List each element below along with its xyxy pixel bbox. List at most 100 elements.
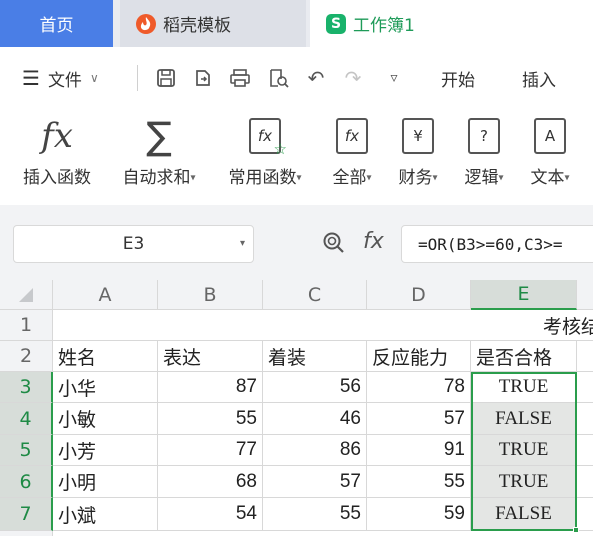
cell[interactable] — [577, 372, 593, 403]
dropdown-arrow-icon: ▾ — [366, 172, 372, 184]
row-header-5[interactable]: 5 — [0, 435, 53, 466]
name-box[interactable]: E3 ▾ — [13, 225, 254, 263]
file-menu[interactable]: ☰ 文件 ∨ — [22, 65, 99, 91]
zoom-search-icon[interactable] — [322, 231, 346, 261]
autosum-button[interactable]: ∑ 自动求和▾ — [113, 113, 205, 195]
table-cell-e[interactable]: TRUE — [471, 435, 577, 466]
text-book-icon: A — [522, 113, 578, 159]
title-cell[interactable]: 考核结 — [53, 310, 593, 341]
table-cell-e-active[interactable]: TRUE — [471, 372, 577, 403]
table-cell-c[interactable]: 56 — [263, 372, 367, 403]
autosum-label: 自动求和 — [122, 168, 191, 188]
tab-template[interactable]: 稻壳模板 — [120, 0, 306, 47]
insert-function-button[interactable]: fx 插入函数 — [17, 113, 97, 195]
column-header-b[interactable]: B — [158, 280, 263, 310]
fx-icon[interactable]: fx — [363, 229, 384, 254]
print-icon[interactable] — [227, 65, 253, 91]
tab-template-label: 稻壳模板 — [163, 16, 231, 36]
dropdown-arrow-icon: ▾ — [564, 172, 570, 184]
cell[interactable] — [577, 498, 593, 531]
table-cell-d[interactable]: 78 — [367, 372, 471, 403]
table-cell-c[interactable]: 57 — [263, 466, 367, 498]
table-cell-b[interactable]: 77 — [158, 435, 263, 466]
formula-text: =OR(B3>=60,C3>= — [418, 234, 563, 254]
save-icon[interactable] — [153, 65, 179, 91]
finance-functions-button[interactable]: ¥ 财务▾ — [390, 113, 446, 195]
row-header-1[interactable]: 1 — [0, 310, 53, 341]
row-header-3[interactable]: 3 — [0, 372, 53, 403]
tab-workbook[interactable]: S 工作簿1 — [310, 0, 593, 47]
select-all-corner[interactable] — [0, 280, 53, 310]
formula-input[interactable]: =OR(B3>=60,C3>= — [401, 225, 593, 263]
tab-home[interactable]: 首页 — [0, 0, 113, 47]
customize-toolbar-icon[interactable]: ▿ — [381, 65, 407, 91]
print-preview-icon[interactable] — [265, 65, 291, 91]
chevron-down-icon: ∨ — [89, 71, 99, 85]
table-cell-b[interactable]: 55 — [158, 403, 263, 435]
sheet-title: 考核结 — [542, 315, 593, 338]
column-header-d[interactable]: D — [367, 280, 471, 310]
dropdown-arrow-icon: ▾ — [432, 172, 438, 184]
row-header-6[interactable]: 6 — [0, 466, 53, 498]
row-header-8[interactable] — [0, 531, 53, 536]
row-header-4[interactable]: 4 — [0, 403, 53, 435]
header-cell-expression[interactable]: 表达 — [158, 341, 263, 372]
row-header-2[interactable]: 2 — [0, 341, 53, 372]
common-functions-label: 常用函数 — [228, 168, 297, 188]
dropdown-arrow-icon: ▾ — [498, 172, 504, 184]
fill-handle[interactable] — [573, 527, 579, 533]
table-cell-d[interactable]: 55 — [367, 466, 471, 498]
column-header-a[interactable]: A — [53, 280, 158, 310]
header-cell-name[interactable]: 姓名 — [53, 341, 158, 372]
table-cell-name[interactable]: 小明 — [53, 466, 158, 498]
table-cell-name[interactable]: 小斌 — [53, 498, 158, 531]
cell[interactable] — [577, 466, 593, 498]
logic-functions-button[interactable]: ? 逻辑▾ — [456, 113, 512, 195]
all-functions-label: 全部 — [332, 168, 367, 188]
text-functions-label: 文本 — [530, 168, 565, 188]
finance-book-icon: ¥ — [390, 113, 446, 159]
cell[interactable] — [577, 435, 593, 466]
dropdown-arrow-icon: ▾ — [190, 172, 196, 184]
table-cell-b[interactable]: 54 — [158, 498, 263, 531]
table-cell-name[interactable]: 小敏 — [53, 403, 158, 435]
redo-icon[interactable]: ↷ — [340, 65, 366, 91]
text-functions-button[interactable]: A 文本▾ — [522, 113, 578, 195]
table-cell-e[interactable]: FALSE — [471, 403, 577, 435]
column-header-f[interactable] — [577, 280, 593, 310]
header-cell-qualified[interactable]: 是否合格 — [471, 341, 577, 372]
fx-icon: fx — [41, 116, 73, 156]
menu-row: ☰ 文件 ∨ ↶ ↷ ▿ 开始 插入 — [0, 47, 593, 107]
table-cell-e[interactable]: TRUE — [471, 466, 577, 498]
menu-start[interactable]: 开始 — [441, 65, 475, 91]
table-cell-d[interactable]: 59 — [367, 498, 471, 531]
table-cell-d[interactable]: 57 — [367, 403, 471, 435]
undo-icon[interactable]: ↶ — [303, 65, 329, 91]
finance-functions-label: 财务 — [398, 168, 433, 188]
export-icon[interactable] — [190, 65, 216, 91]
table-cell-e[interactable]: FALSE — [471, 498, 577, 531]
table-cell-c[interactable]: 86 — [263, 435, 367, 466]
all-functions-button[interactable]: fx 全部▾ — [324, 113, 380, 195]
tab-home-label: 首页 — [39, 16, 74, 36]
table-cell-b[interactable]: 68 — [158, 466, 263, 498]
table-cell-c[interactable]: 46 — [263, 403, 367, 435]
cell[interactable] — [577, 403, 593, 435]
common-functions-button[interactable]: fx ☆ 常用函数▾ — [219, 113, 311, 195]
row-header-7[interactable]: 7 — [0, 498, 53, 531]
header-cell-attire[interactable]: 着装 — [263, 341, 367, 372]
menu-start-label: 开始 — [441, 70, 475, 91]
sigma-icon: ∑ — [146, 114, 172, 158]
table-cell-d[interactable]: 91 — [367, 435, 471, 466]
column-header-c[interactable]: C — [263, 280, 367, 310]
menu-insert[interactable]: 插入 — [522, 65, 556, 91]
header-cell-reaction[interactable]: 反应能力 — [367, 341, 471, 372]
column-header-e[interactable]: E — [471, 280, 577, 310]
table-cell-name[interactable]: 小华 — [53, 372, 158, 403]
cell[interactable] — [577, 341, 593, 372]
logic-book-icon: ? — [456, 113, 512, 159]
spreadsheet-grid: A B C D E 1 2 3 4 5 6 7 考核结 姓名 表达 着装 反应能… — [0, 280, 593, 536]
table-cell-c[interactable]: 55 — [263, 498, 367, 531]
table-cell-b[interactable]: 87 — [158, 372, 263, 403]
table-cell-name[interactable]: 小芳 — [53, 435, 158, 466]
